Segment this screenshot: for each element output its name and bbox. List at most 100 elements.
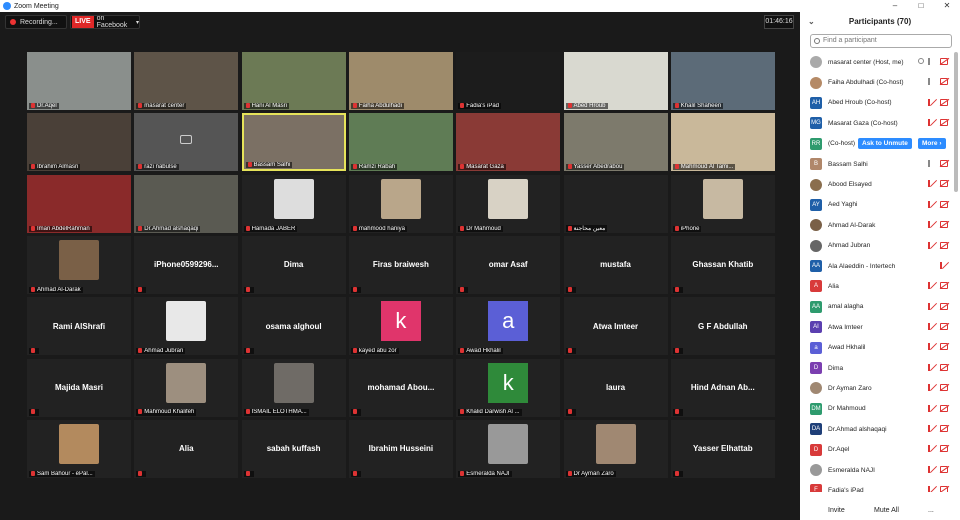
participant-row[interactable]: Esmeralda NAJI <box>800 460 960 480</box>
maximize-button[interactable]: □ <box>908 0 934 12</box>
mic-muted-icon <box>31 348 35 354</box>
video-tile[interactable]: Atwa Imteer <box>563 297 668 356</box>
video-tile[interactable]: iPhone <box>670 174 775 233</box>
video-tile[interactable]: Sam Bahour - ePal... <box>27 419 131 478</box>
video-tile[interactable]: Rami AlShrafi <box>27 297 131 356</box>
video-tile[interactable]: k kayed abu zor <box>348 297 453 356</box>
video-tile[interactable]: Hani Al Masri <box>241 52 346 110</box>
video-tile[interactable]: Alia <box>134 419 239 478</box>
participant-row[interactable]: a Awad Hkhalil <box>800 337 960 357</box>
participant-row[interactable]: AY Aed Yaghi <box>800 195 960 215</box>
video-tile[interactable]: mohamad Abou... <box>348 358 453 417</box>
video-tile[interactable]: Khalil Shaheen <box>670 52 775 110</box>
participant-row[interactable]: AH Abed Hroub (Co-host) <box>800 93 960 113</box>
video-tile[interactable]: Dr Ayman Zaro <box>563 419 668 478</box>
participant-row[interactable]: DA Dr.Ahmad alshaqaqi <box>800 419 960 439</box>
ask-to-unmute-button[interactable]: Ask to Unmute <box>858 137 912 149</box>
video-tile[interactable]: k Khalid Darwish Al ... <box>456 358 561 417</box>
video-tile[interactable]: razi nabulse <box>134 113 239 172</box>
video-tile[interactable]: Firas braiwesh <box>348 235 453 294</box>
video-tile[interactable]: Dima <box>241 235 346 294</box>
video-tile[interactable]: Dr.Aqel <box>27 52 131 110</box>
video-tile[interactable]: laura <box>563 358 668 417</box>
video-tile[interactable]: osama alghoul <box>241 297 346 356</box>
participant-status-icons <box>928 486 948 492</box>
tile-center-name: Firas braiwesh <box>372 260 429 270</box>
minimize-button[interactable]: – <box>882 0 908 12</box>
mic-icon <box>928 159 936 167</box>
video-tile[interactable]: Ahmad Al-Darak <box>27 235 131 294</box>
video-tile[interactable]: Majida Masri <box>27 358 131 417</box>
tile-name: Hani Al Masri <box>251 103 287 109</box>
live-stream-button[interactable]: LIVE on Facebook ▾ <box>70 15 140 29</box>
participant-avatar: a <box>810 341 822 354</box>
video-tile[interactable]: iPhone0599296... <box>134 235 239 294</box>
participant-row[interactable]: AA Ala Alaeddin - Intertech <box>800 256 960 276</box>
video-tile[interactable]: Faiha Abdulhadi <box>348 52 453 110</box>
participant-row[interactable]: Dr Ayman Zaro <box>800 378 960 398</box>
participant-row[interactable]: RR (Co-host) Ask to Unmute More › <box>800 134 960 154</box>
video-tile[interactable]: Fadia's iPad <box>456 52 561 110</box>
participant-name: Atwa Imteer <box>828 323 863 331</box>
video-tile[interactable]: Yasser Elhattab <box>670 419 775 478</box>
mic-muted-icon <box>567 286 572 292</box>
video-tile[interactable]: G F Abdullah <box>670 297 775 356</box>
tile-name: Fadia's iPad <box>466 103 500 109</box>
close-button[interactable]: ✕ <box>934 0 960 12</box>
participant-photo <box>488 178 529 219</box>
video-tile[interactable]: mustafa <box>563 235 668 294</box>
participant-row[interactable]: MG Masarat Gaza (Co-host) <box>800 113 960 133</box>
participant-row[interactable]: B Bassam Salhi <box>800 154 960 174</box>
video-tile[interactable]: Ahmad Jubran <box>134 297 239 356</box>
participant-row[interactable]: Ahmad Al-Darak <box>800 215 960 235</box>
participant-row[interactable]: F Fadia's iPad <box>800 480 960 492</box>
video-tile[interactable]: Masarat Gaza <box>456 113 561 172</box>
more-options-button[interactable]: ... <box>928 507 934 514</box>
video-tile[interactable]: Esmeralda NAJI <box>456 419 561 478</box>
tile-name: Hamada JABER <box>251 225 296 232</box>
tile-center-name: Atwa Imteer <box>592 321 639 331</box>
participant-more-button[interactable]: More › <box>918 137 946 149</box>
video-tile[interactable]: Dr.Ahmad alshaqaqi <box>134 174 239 233</box>
participant-row[interactable]: AI Atwa Imteer <box>800 317 960 337</box>
video-tile[interactable]: Hind Adnan Ab... <box>670 358 775 417</box>
video-tile[interactable]: Mahmoud Al Tami... <box>670 113 775 172</box>
invite-button[interactable]: Invite <box>828 507 845 514</box>
participant-row[interactable]: masarat center (Host, me) <box>800 52 960 72</box>
participant-row[interactable]: D Dima <box>800 358 960 378</box>
camera-off-icon <box>940 363 948 371</box>
video-tile[interactable]: Bassam Salhi <box>241 113 346 172</box>
video-tile[interactable]: Dr Mahmoud <box>456 174 561 233</box>
participant-search-input[interactable]: Find a participant <box>810 34 952 48</box>
participant-row[interactable]: Abood Elsayed <box>800 174 960 194</box>
participant-row[interactable]: A Alia <box>800 276 960 296</box>
participant-row[interactable]: DM Dr Mahmoud <box>800 399 960 419</box>
video-tile[interactable]: Iman AbdelRahman <box>27 174 131 233</box>
participant-row[interactable]: Faiha Abdulhadi (Co-host) <box>800 72 960 92</box>
mute-all-button[interactable]: Mute All <box>874 507 899 514</box>
collapse-chevron-icon[interactable]: ⌄ <box>808 12 815 32</box>
tile-center-name: iPhone0599296... <box>154 260 219 270</box>
video-tile[interactable]: Ibrahim Husseini <box>348 419 453 478</box>
video-tile[interactable]: sabah kuffash <box>241 419 346 478</box>
participant-row[interactable]: AA amal alagha <box>800 297 960 317</box>
video-tile[interactable]: معين محاجنة <box>563 174 668 233</box>
participant-list-scrollbar[interactable] <box>954 52 958 192</box>
video-tile[interactable]: Ramzi Rabah <box>348 113 453 172</box>
video-tile[interactable]: Mahmoud Khalifeh <box>134 358 239 417</box>
video-tile[interactable]: mahmood haniya <box>348 174 453 233</box>
participant-list[interactable]: masarat center (Host, me) Faiha Abdulhadi… <box>800 52 960 492</box>
video-tile[interactable]: Yasser Abedrabou <box>563 113 668 172</box>
video-tile[interactable]: a Awad Hkhalil <box>456 297 561 356</box>
video-tile[interactable]: omar Asaf <box>456 235 561 294</box>
participant-row[interactable]: D Dr.Aqel <box>800 439 960 459</box>
video-tile[interactable]: masarat center <box>134 52 239 110</box>
video-tile[interactable]: Abed Hroub <box>563 52 668 110</box>
tile-name-label: mahmood haniya <box>350 225 407 232</box>
video-tile[interactable]: Hamada JABER <box>241 174 346 233</box>
video-tile[interactable]: ISMAIL ELOTHMA... <box>241 358 346 417</box>
video-tile[interactable]: Ghassan Khatib <box>670 235 775 294</box>
video-tile[interactable]: Ibrahim Almasri <box>27 113 131 172</box>
participant-row[interactable]: Ahmad Jubran <box>800 236 960 256</box>
recording-indicator[interactable]: Recording... <box>5 15 67 29</box>
